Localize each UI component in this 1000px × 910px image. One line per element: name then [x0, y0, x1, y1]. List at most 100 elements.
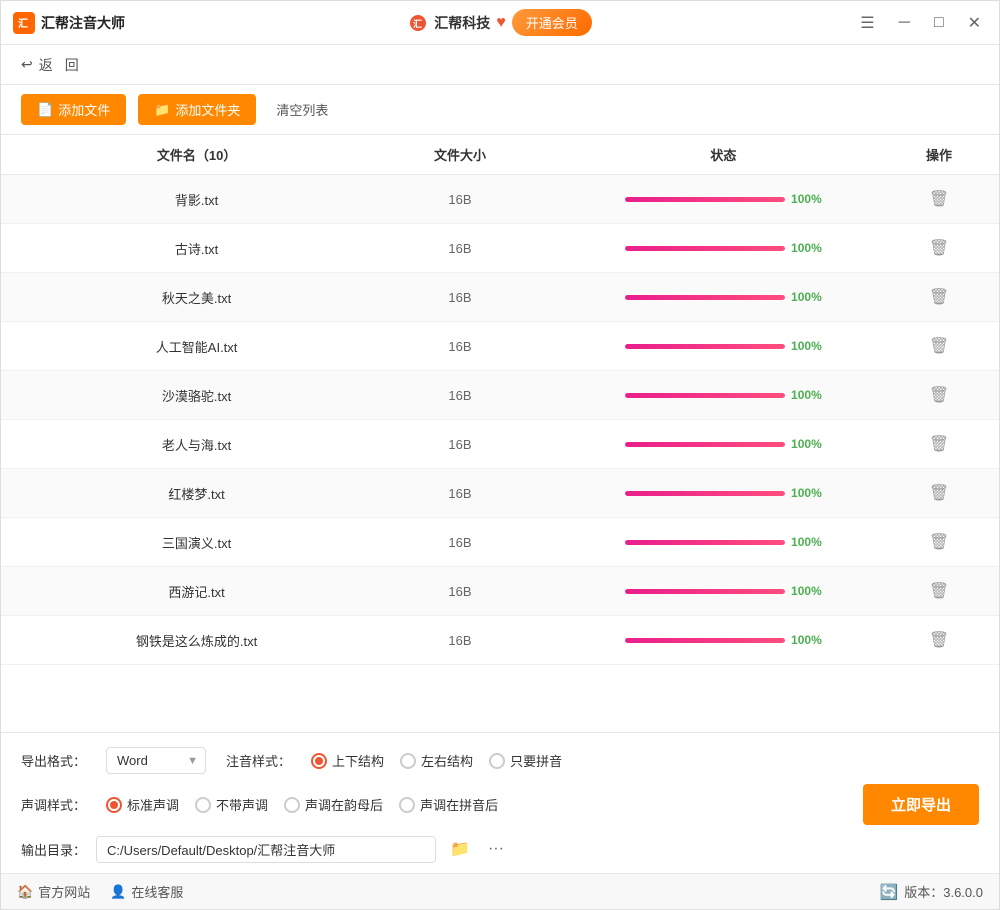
- file-name: 老人与海.txt: [21, 435, 372, 454]
- delete-button[interactable]: 🗑: [929, 630, 949, 650]
- progress-bar-bg: [625, 638, 785, 643]
- action-cell: 🗑: [899, 385, 979, 405]
- file-size: 16B: [372, 584, 548, 599]
- tone-radio-item[interactable]: 不带声调: [195, 795, 268, 814]
- annotation-radio-item[interactable]: 上下结构: [311, 751, 384, 770]
- progress-wrapper: 100%: [548, 633, 899, 647]
- title-bar-right: ☰ ─ □ ✕: [662, 11, 987, 35]
- action-cell: 🗑: [899, 336, 979, 356]
- file-name: 钢铁是这么炼成的.txt: [21, 631, 372, 650]
- tone-style-group: 标准声调 不带声调 声调在韵母后 声调在拼音后: [106, 795, 498, 814]
- action-cell: 🗑: [899, 189, 979, 209]
- radio-label: 不带声调: [216, 795, 268, 814]
- annotation-style-group: 上下结构 左右结构 只要拼音: [311, 751, 562, 770]
- website-link[interactable]: 🏠 官方网站: [17, 882, 90, 901]
- user-icon: 👤: [110, 884, 126, 900]
- minimize-icon[interactable]: ─: [893, 12, 916, 34]
- output-dir-input[interactable]: [96, 836, 436, 863]
- clear-list-button[interactable]: 清空列表: [268, 94, 336, 125]
- progress-percent: 100%: [791, 192, 822, 206]
- progress-wrapper: 100%: [548, 290, 899, 304]
- annotation-radio-item[interactable]: 只要拼音: [489, 751, 562, 770]
- progress-wrapper: 100%: [548, 388, 899, 402]
- brand-name: 汇帮科技: [434, 13, 490, 33]
- tone-radio-item[interactable]: 声调在韵母后: [284, 795, 383, 814]
- file-name: 人工智能AI.txt: [21, 337, 372, 356]
- progress-percent: 100%: [791, 437, 822, 451]
- refresh-icon: 🔄: [880, 883, 899, 901]
- back-button[interactable]: ↩ 返: [21, 55, 53, 75]
- delete-button[interactable]: 🗑: [929, 483, 949, 503]
- annotation-style-label: 注音样式：: [226, 751, 291, 770]
- tone-row: 声调样式： 标准声调 不带声调 声调在韵母后 声调在拼音后 立即导出: [21, 784, 979, 825]
- file-name: 背影.txt: [21, 190, 372, 209]
- annotation-radio-item[interactable]: 左右结构: [400, 751, 473, 770]
- progress-bar-bg: [625, 540, 785, 545]
- app-icon: 汇: [13, 12, 35, 34]
- maximize-icon[interactable]: □: [928, 12, 950, 34]
- close-icon[interactable]: ✕: [962, 11, 987, 35]
- delete-button[interactable]: 🗑: [929, 434, 949, 454]
- radio-label: 上下结构: [332, 751, 384, 770]
- file-name: 红楼梦.txt: [21, 484, 372, 503]
- radio-circle: [284, 797, 300, 813]
- menu-icon[interactable]: ☰: [854, 11, 880, 35]
- progress-wrapper: 100%: [548, 486, 899, 500]
- delete-button[interactable]: 🗑: [929, 238, 949, 258]
- delete-button[interactable]: 🗑: [929, 336, 949, 356]
- file-size: 16B: [372, 486, 548, 501]
- delete-button[interactable]: 🗑: [929, 287, 949, 307]
- title-bar-left: 汇 汇帮注音大师: [13, 12, 338, 34]
- refresh-button[interactable]: 回: [65, 55, 79, 75]
- progress-percent: 100%: [791, 535, 822, 549]
- progress-bar-bg: [625, 246, 785, 251]
- tone-radio-item[interactable]: 声调在拼音后: [399, 795, 498, 814]
- file-size: 16B: [372, 290, 548, 305]
- progress-bar-fill: [625, 442, 785, 447]
- table-row: 背影.txt 16B 100% 🗑: [1, 175, 999, 224]
- progress-wrapper: 100%: [548, 535, 899, 549]
- action-cell: 🗑: [899, 238, 979, 258]
- progress-percent: 100%: [791, 241, 822, 255]
- radio-label: 左右结构: [421, 751, 473, 770]
- progress-percent: 100%: [791, 486, 822, 500]
- version-label: 版本：3.6.0.0: [904, 882, 983, 901]
- file-size: 16B: [372, 192, 548, 207]
- delete-button[interactable]: 🗑: [929, 581, 949, 601]
- title-bar: 汇 汇帮注音大师 汇 汇帮科技 ♥ 开通会员 ☰ ─ □ ✕: [1, 1, 999, 45]
- progress-wrapper: 100%: [548, 584, 899, 598]
- file-size: 16B: [372, 633, 548, 648]
- file-name: 西游记.txt: [21, 582, 372, 601]
- table-row: 西游记.txt 16B 100% 🗑: [1, 567, 999, 616]
- radio-label: 声调在韵母后: [305, 795, 383, 814]
- delete-button[interactable]: 🗑: [929, 385, 949, 405]
- more-options-button[interactable]: ···: [484, 836, 508, 862]
- output-dir-label: 输出目录：: [21, 840, 86, 859]
- export-button[interactable]: 立即导出: [863, 784, 979, 825]
- delete-button[interactable]: 🗑: [929, 189, 949, 209]
- radio-circle: [400, 753, 416, 769]
- service-link[interactable]: 👤 在线客服: [110, 882, 183, 901]
- table-row: 老人与海.txt 16B 100% 🗑: [1, 420, 999, 469]
- add-folder-icon: 📁: [154, 102, 170, 118]
- browse-folder-button[interactable]: 📁: [446, 835, 474, 863]
- progress-bar-bg: [625, 295, 785, 300]
- file-size: 16B: [372, 388, 548, 403]
- action-cell: 🗑: [899, 287, 979, 307]
- progress-wrapper: 100%: [548, 241, 899, 255]
- tone-radio-item[interactable]: 标准声调: [106, 795, 179, 814]
- progress-bar-bg: [625, 393, 785, 398]
- progress-bar-bg: [625, 491, 785, 496]
- col-action: 操作: [899, 145, 979, 164]
- brand-icon: 汇: [408, 13, 428, 33]
- add-folder-button[interactable]: 📁 添加文件夹: [138, 94, 256, 125]
- progress-percent: 100%: [791, 339, 822, 353]
- table-row: 沙漠骆驼.txt 16B 100% 🗑: [1, 371, 999, 420]
- progress-bar-bg: [625, 589, 785, 594]
- format-select[interactable]: Word PDF TXT: [106, 747, 206, 774]
- add-file-button[interactable]: 📄 添加文件: [21, 94, 126, 125]
- col-filesize: 文件大小: [372, 145, 548, 164]
- vip-button[interactable]: 开通会员: [512, 9, 592, 36]
- delete-button[interactable]: 🗑: [929, 532, 949, 552]
- file-size: 16B: [372, 339, 548, 354]
